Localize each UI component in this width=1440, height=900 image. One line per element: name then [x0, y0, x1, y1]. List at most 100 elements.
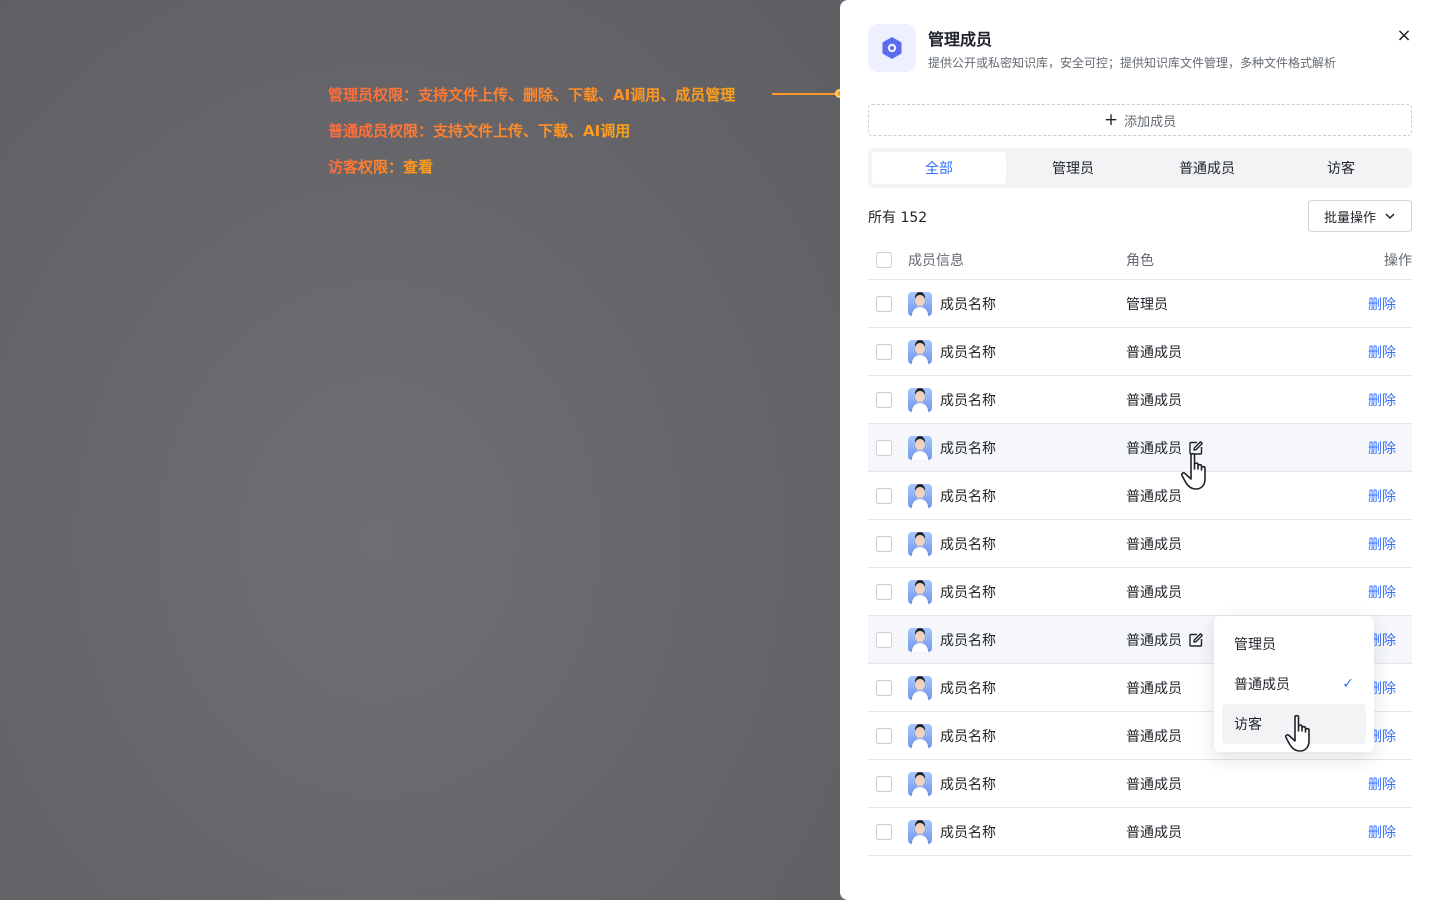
- annotation-member: 普通成员权限：支持文件上传、下载、AI调用: [328, 122, 631, 140]
- role-dropdown: 管理员 普通成员 ✓ 访客: [1214, 616, 1374, 752]
- role-option-admin[interactable]: 管理员: [1222, 624, 1366, 664]
- delete-button[interactable]: 删除: [1368, 774, 1396, 794]
- delete-button[interactable]: 删除: [1368, 390, 1396, 410]
- row-checkbox[interactable]: [876, 391, 892, 408]
- row-checkbox[interactable]: [876, 535, 892, 552]
- tab-guest[interactable]: 访客: [1274, 152, 1408, 184]
- add-member-label: 添加成员: [1124, 114, 1177, 130]
- settings-icon: [868, 24, 916, 72]
- member-role[interactable]: 普通成员: [1126, 822, 1182, 842]
- member-count: 所有 152: [868, 210, 928, 226]
- member-role[interactable]: 普通成员: [1126, 342, 1182, 362]
- member-role-label: 普通成员: [1126, 344, 1182, 361]
- member-info: 成员名称: [908, 531, 996, 556]
- row-checkbox[interactable]: [876, 583, 892, 600]
- avatar: [908, 723, 932, 748]
- delete-button[interactable]: 删除: [1368, 486, 1396, 506]
- row-checkbox[interactable]: [876, 727, 892, 744]
- delete-button[interactable]: 删除: [1368, 822, 1396, 842]
- delete-button[interactable]: 删除: [1368, 582, 1396, 602]
- member-role-label: 普通成员: [1126, 392, 1182, 409]
- member-role-label: 管理员: [1126, 296, 1168, 313]
- chevron-down-icon: [1385, 213, 1395, 220]
- header-operation: 操作: [1384, 252, 1412, 269]
- member-role[interactable]: 普通成员: [1126, 390, 1182, 410]
- header-role: 角色: [1126, 252, 1154, 269]
- member-role[interactable]: 普通成员: [1126, 774, 1182, 794]
- edit-icon[interactable]: [1188, 440, 1204, 456]
- row-checkbox[interactable]: [876, 775, 892, 792]
- table-row: 成员名称 普通成员 删除: [868, 520, 1412, 568]
- avatar: [908, 435, 932, 460]
- member-name: 成员名称: [940, 776, 996, 793]
- member-info: 成员名称: [908, 819, 996, 844]
- modal-backdrop[interactable]: 管理员权限：支持文件上传、删除、下载、AI调用、成员管理 普通成员权限：支持文件…: [0, 0, 844, 900]
- member-role-label: 普通成员: [1126, 824, 1182, 841]
- member-info: 成员名称: [908, 435, 996, 460]
- row-checkbox[interactable]: [876, 295, 892, 312]
- member-role[interactable]: 普通成员: [1126, 486, 1182, 506]
- avatar: [908, 771, 932, 796]
- check-icon: ✓: [1342, 676, 1354, 692]
- member-role-label: 普通成员: [1126, 680, 1182, 697]
- role-option-guest[interactable]: 访客: [1222, 704, 1366, 744]
- role-option-label: 管理员: [1234, 637, 1276, 653]
- role-option-label: 访客: [1234, 717, 1262, 733]
- member-role[interactable]: 普通成员: [1126, 678, 1182, 698]
- delete-button[interactable]: 删除: [1368, 294, 1396, 314]
- table-header: 成员信息 角色 操作: [868, 240, 1412, 280]
- row-checkbox[interactable]: [876, 439, 892, 456]
- add-member-button[interactable]: + 添加成员: [868, 104, 1412, 136]
- annotation-admin: 管理员权限：支持文件上传、删除、下载、AI调用、成员管理: [328, 86, 736, 104]
- member-name: 成员名称: [940, 824, 996, 841]
- tab-member[interactable]: 普通成员: [1140, 152, 1274, 184]
- avatar: [908, 531, 932, 556]
- avatar: [908, 819, 932, 844]
- member-role[interactable]: 普通成员: [1126, 438, 1204, 458]
- member-role[interactable]: 普通成员: [1126, 630, 1204, 650]
- member-role-label: 普通成员: [1126, 728, 1182, 745]
- edit-icon[interactable]: [1188, 632, 1204, 648]
- member-role[interactable]: 普通成员: [1126, 726, 1182, 746]
- member-role[interactable]: 普通成员: [1126, 534, 1182, 554]
- row-checkbox[interactable]: [876, 679, 892, 696]
- table-row: 成员名称 普通成员 删除: [868, 760, 1412, 808]
- row-checkbox[interactable]: [876, 631, 892, 648]
- row-checkbox[interactable]: [876, 487, 892, 504]
- member-role-label: 普通成员: [1126, 776, 1182, 793]
- drawer-description: 提供公开或私密知识库，安全可控；提供知识库文件管理，多种文件格式解析: [928, 56, 1337, 70]
- avatar: [908, 387, 932, 412]
- member-name: 成员名称: [940, 632, 996, 649]
- row-checkbox[interactable]: [876, 823, 892, 840]
- member-info: 成员名称: [908, 627, 996, 652]
- member-name: 成员名称: [940, 728, 996, 745]
- delete-button[interactable]: 删除: [1368, 438, 1396, 458]
- avatar: [908, 627, 932, 652]
- role-option-label: 普通成员: [1234, 677, 1290, 693]
- member-role-label: 普通成员: [1126, 488, 1182, 505]
- member-info: 成员名称: [908, 387, 996, 412]
- member-name: 成员名称: [940, 344, 996, 361]
- delete-button[interactable]: 删除: [1368, 534, 1396, 554]
- member-role[interactable]: 普通成员: [1126, 582, 1182, 602]
- avatar: [908, 291, 932, 316]
- close-icon[interactable]: ×: [1394, 26, 1414, 46]
- select-all-checkbox[interactable]: [876, 251, 892, 268]
- annotation-guest: 访客权限：查看: [328, 158, 434, 176]
- table-row: 成员名称 普通成员 删除: [868, 424, 1412, 472]
- tab-all[interactable]: 全部: [872, 152, 1006, 184]
- member-name: 成员名称: [940, 584, 996, 601]
- member-name: 成员名称: [940, 680, 996, 697]
- tab-admin[interactable]: 管理员: [1006, 152, 1140, 184]
- table-row: 成员名称 普通成员 删除: [868, 376, 1412, 424]
- plus-icon: +: [1103, 109, 1119, 130]
- avatar: [908, 483, 932, 508]
- member-role[interactable]: 管理员: [1126, 294, 1168, 314]
- delete-button[interactable]: 删除: [1368, 342, 1396, 362]
- member-role-label: 普通成员: [1126, 632, 1182, 649]
- member-info: 成员名称: [908, 723, 996, 748]
- member-info: 成员名称: [908, 579, 996, 604]
- role-option-member[interactable]: 普通成员 ✓: [1222, 664, 1366, 704]
- batch-operation-select[interactable]: 批量操作: [1308, 200, 1412, 232]
- row-checkbox[interactable]: [876, 343, 892, 360]
